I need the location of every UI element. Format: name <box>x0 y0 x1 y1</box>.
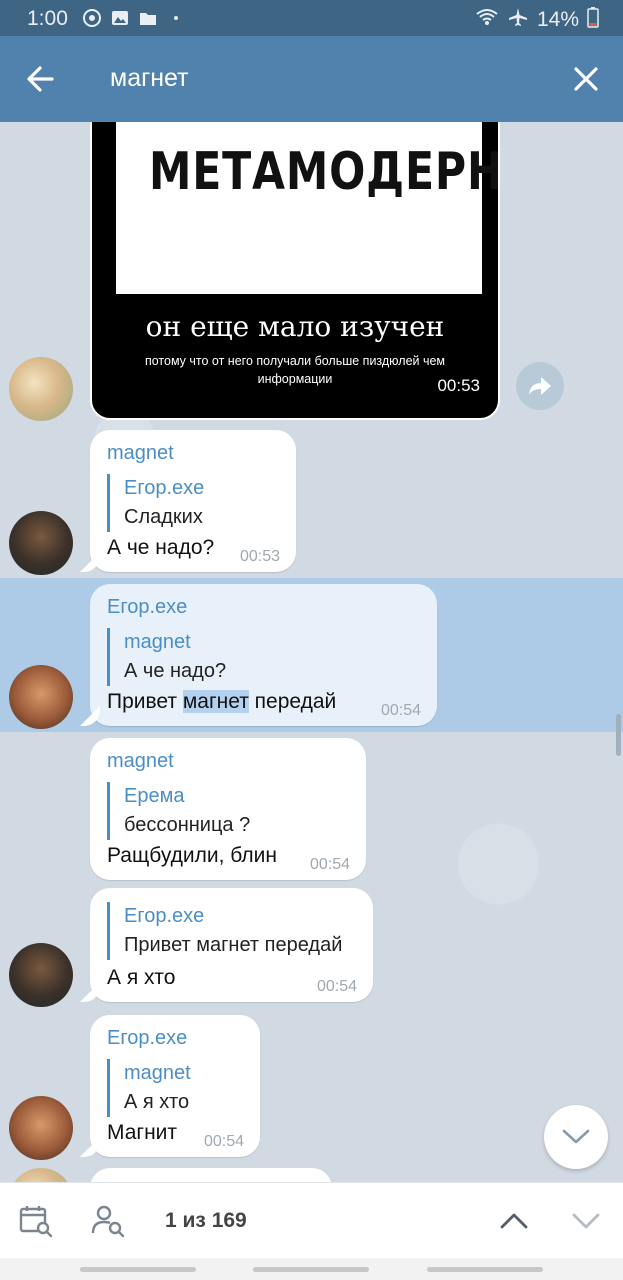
message-text-after: передай <box>248 690 337 713</box>
battery-text: 14% <box>536 8 579 31</box>
search-result-counter: 1 из 169 <box>165 1209 247 1232</box>
user-search-icon <box>91 1205 125 1238</box>
message-sender[interactable]: Егор.exe <box>107 596 187 619</box>
message-sender[interactable]: magnet <box>107 442 174 465</box>
reply-sender: Егор.exe <box>124 477 205 499</box>
message-bubble[interactable]: Егор.exe Привет магнет передай А я хто 0… <box>90 888 373 1002</box>
reply-quote[interactable]: Егор.exe Привет магнет передай <box>107 902 342 960</box>
chevron-down-icon <box>572 1213 600 1229</box>
message-time: 00:54 <box>309 856 350 873</box>
arrow-left-icon <box>27 66 54 92</box>
forward-button[interactable] <box>516 362 564 410</box>
next-result-button[interactable] <box>568 1203 604 1239</box>
search-by-date-button[interactable] <box>18 1203 54 1239</box>
scrollbar[interactable] <box>616 714 621 756</box>
photo-caption-main: он еще мало изучен <box>145 310 445 343</box>
reply-text: Привет магнет передай <box>124 934 343 956</box>
reply-text: бессонница ? <box>124 814 251 836</box>
clear-search-button[interactable] <box>568 61 604 97</box>
message-time: 00:53 <box>239 548 280 565</box>
message-time: 00:54 <box>203 1133 244 1150</box>
chat-area[interactable]: МЕТАМОДЕРН он еще мало изучен потому что… <box>0 122 623 1182</box>
reply-sender: Ерема <box>124 785 185 807</box>
reply-quote[interactable]: magnet А че надо? <box>107 628 226 686</box>
close-icon <box>574 67 598 91</box>
reply-sender: Егор.exe <box>124 905 205 927</box>
message-bubble-selected[interactable]: Егор.exe magnet А че надо? Привет магнет… <box>90 584 437 726</box>
poster-image: МЕТАМОДЕРН <box>116 122 500 294</box>
share-arrow-icon <box>529 377 551 395</box>
status-bar: 1:00 14% <box>0 0 623 36</box>
message-time: 00:54 <box>316 978 357 995</box>
avatar[interactable] <box>9 1168 73 1182</box>
sync-icon <box>82 8 102 28</box>
reply-text: Сладких <box>124 506 203 528</box>
wifi-icon <box>475 7 499 33</box>
search-header: магнет <box>0 36 623 122</box>
message-text: А че надо? <box>107 536 215 559</box>
chevron-down-icon <box>562 1129 590 1144</box>
message-bubble[interactable] <box>90 1168 332 1182</box>
dot-icon <box>166 8 186 28</box>
avatar[interactable] <box>9 943 73 1007</box>
nav-pill[interactable] <box>80 1267 196 1272</box>
avatar[interactable] <box>9 1096 73 1160</box>
search-input[interactable]: магнет <box>110 64 189 93</box>
status-right: 14% <box>475 6 599 34</box>
photo-message[interactable]: МЕТАМОДЕРН он еще мало изучен потому что… <box>90 122 500 420</box>
reply-text: А я хто <box>124 1091 190 1113</box>
avatar[interactable] <box>9 665 73 729</box>
chevron-up-icon <box>500 1213 528 1229</box>
image-icon <box>110 8 130 28</box>
message-text: А я хто <box>107 966 176 989</box>
reply-text: А че надо? <box>124 660 227 682</box>
airplane-icon <box>507 6 529 34</box>
message-text: Ращбудили, блин <box>107 844 277 867</box>
search-by-user-button[interactable] <box>90 1203 126 1239</box>
reply-sender: magnet <box>124 631 191 653</box>
message-sender[interactable]: magnet <box>107 750 174 773</box>
message-text: Привет магнет передай <box>107 690 336 714</box>
calendar-search-icon <box>19 1206 53 1238</box>
message-text: Магнит <box>107 1121 178 1144</box>
notification-icons <box>82 8 186 28</box>
message-time: 00:53 <box>437 376 480 395</box>
battery-icon <box>587 6 599 34</box>
system-navigation-bar <box>0 1258 623 1280</box>
avatar[interactable] <box>9 357 73 421</box>
reply-quote[interactable]: magnet А я хто <box>107 1059 191 1117</box>
poster-title: МЕТАМОДЕРН <box>148 142 500 202</box>
avatar[interactable] <box>9 511 73 575</box>
folder-icon <box>138 8 158 28</box>
photo-caption-sub: потому что от него получали больше пиздю… <box>144 354 446 386</box>
nav-pill[interactable] <box>253 1267 369 1272</box>
message-sender[interactable]: Егор.exe <box>107 1027 187 1050</box>
message-text-before: Привет <box>107 690 183 713</box>
previous-result-button[interactable] <box>496 1203 532 1239</box>
message-time: 00:54 <box>380 702 421 719</box>
search-match-highlight: магнет <box>182 690 249 713</box>
reply-quote[interactable]: Ерема бессонница ? <box>107 782 250 840</box>
reply-quote[interactable]: Егор.exe Сладких <box>107 474 204 532</box>
back-button[interactable] <box>22 61 62 97</box>
message-bubble[interactable]: magnet Ерема бессонница ? Ращбудили, бли… <box>90 738 366 880</box>
reply-sender: magnet <box>124 1062 191 1084</box>
search-results-bar: 1 из 169 <box>0 1182 623 1258</box>
status-time: 1:00 <box>27 7 68 30</box>
scroll-to-bottom-button[interactable] <box>544 1105 608 1169</box>
message-bubble[interactable]: Егор.exe magnet А я хто Магнит 00:54 <box>90 1015 260 1157</box>
nav-pill[interactable] <box>427 1267 543 1272</box>
message-bubble[interactable]: magnet Егор.exe Сладких А че надо? 00:53 <box>90 430 296 572</box>
